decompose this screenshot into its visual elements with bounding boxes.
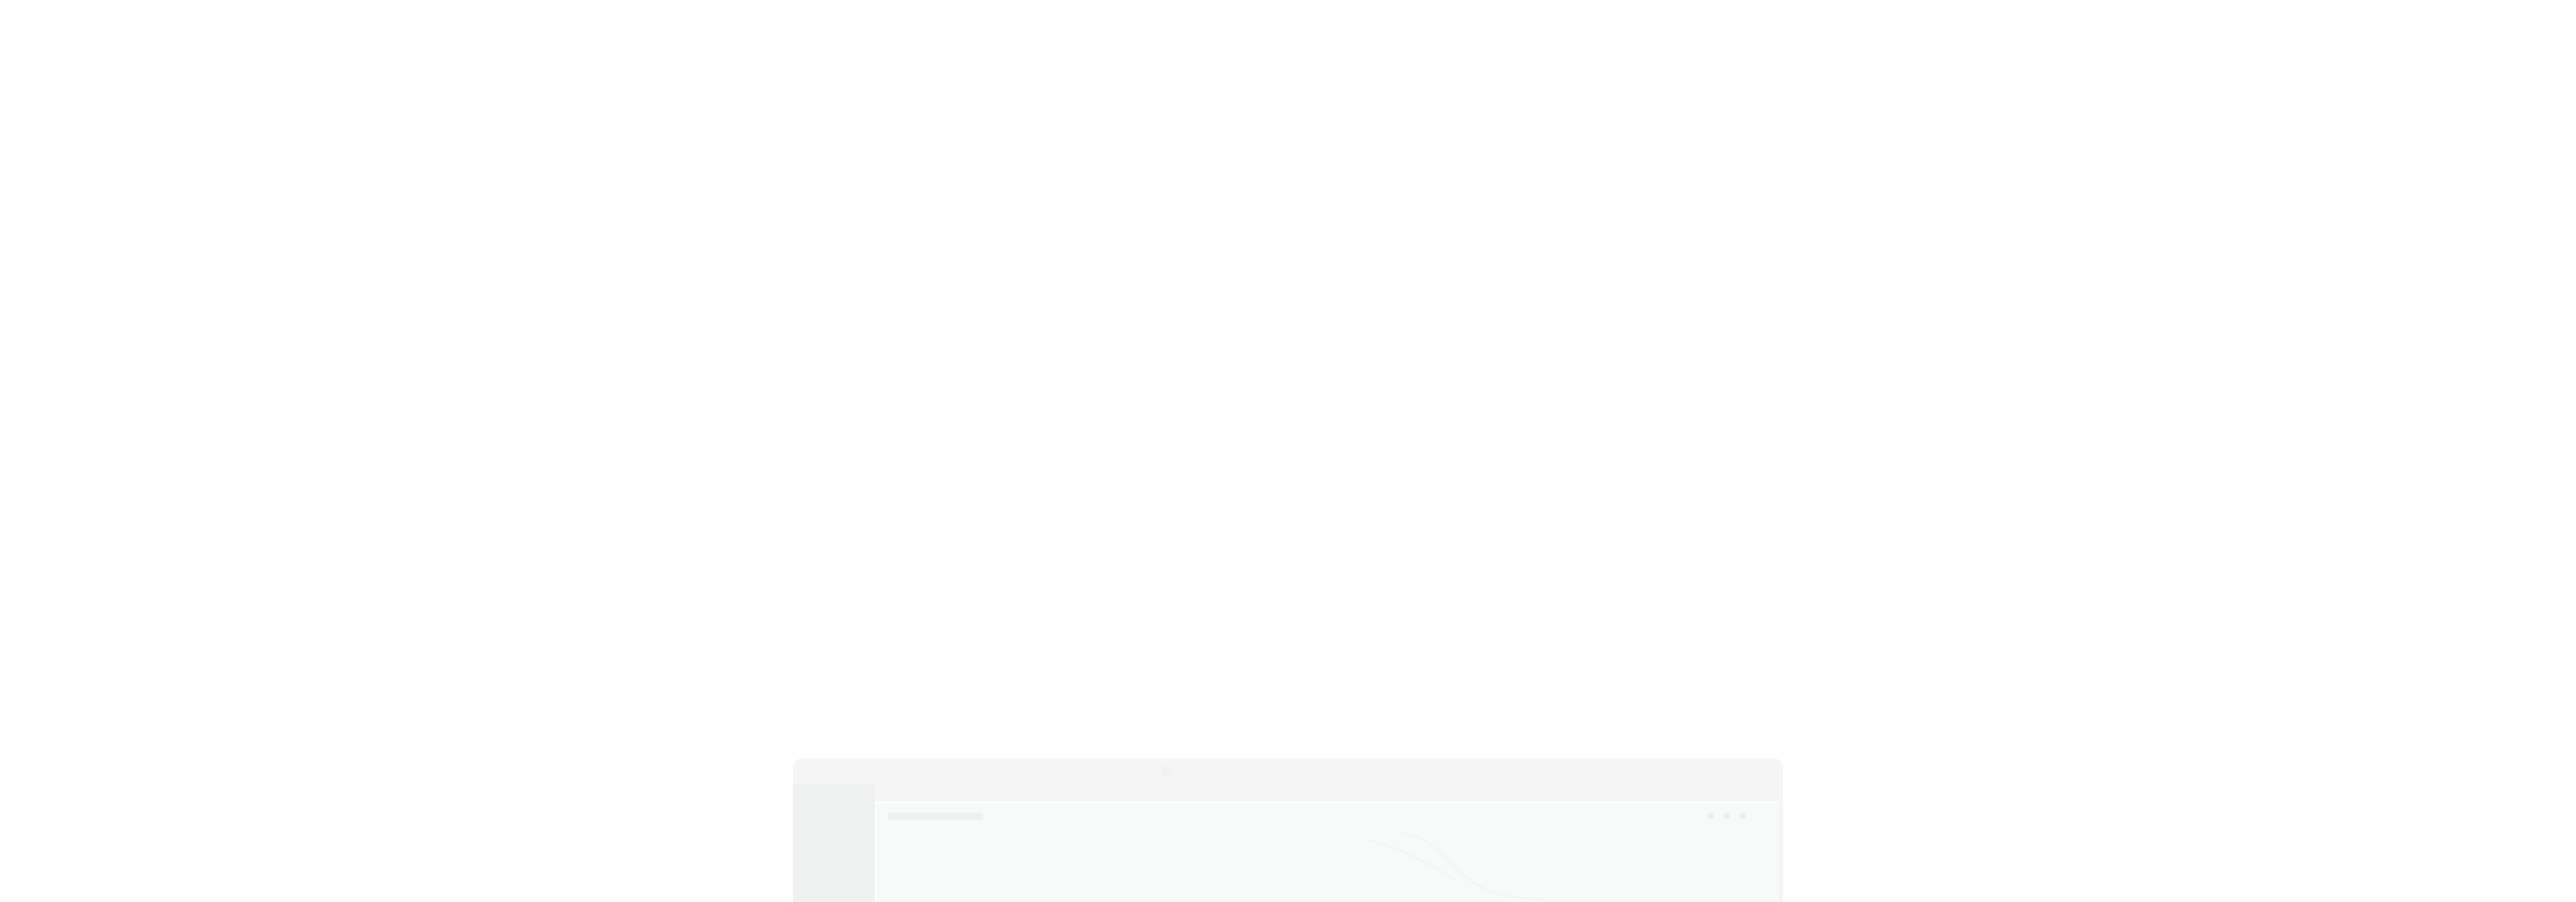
sidebar — [793, 784, 875, 902]
toolbar-icons — [1707, 813, 1746, 819]
window-title — [1162, 766, 1171, 776]
toolbar-label — [888, 813, 983, 820]
faint-curve — [1399, 833, 1546, 900]
content-panel — [875, 801, 1778, 902]
faint-graphic — [1367, 833, 1546, 900]
faint-curve — [1367, 839, 1457, 881]
app-window — [793, 759, 1783, 902]
dot-icon[interactable] — [1724, 813, 1730, 819]
desktop-background — [0, 0, 2576, 902]
dot-icon[interactable] — [1740, 813, 1746, 819]
dot-icon[interactable] — [1707, 813, 1714, 819]
